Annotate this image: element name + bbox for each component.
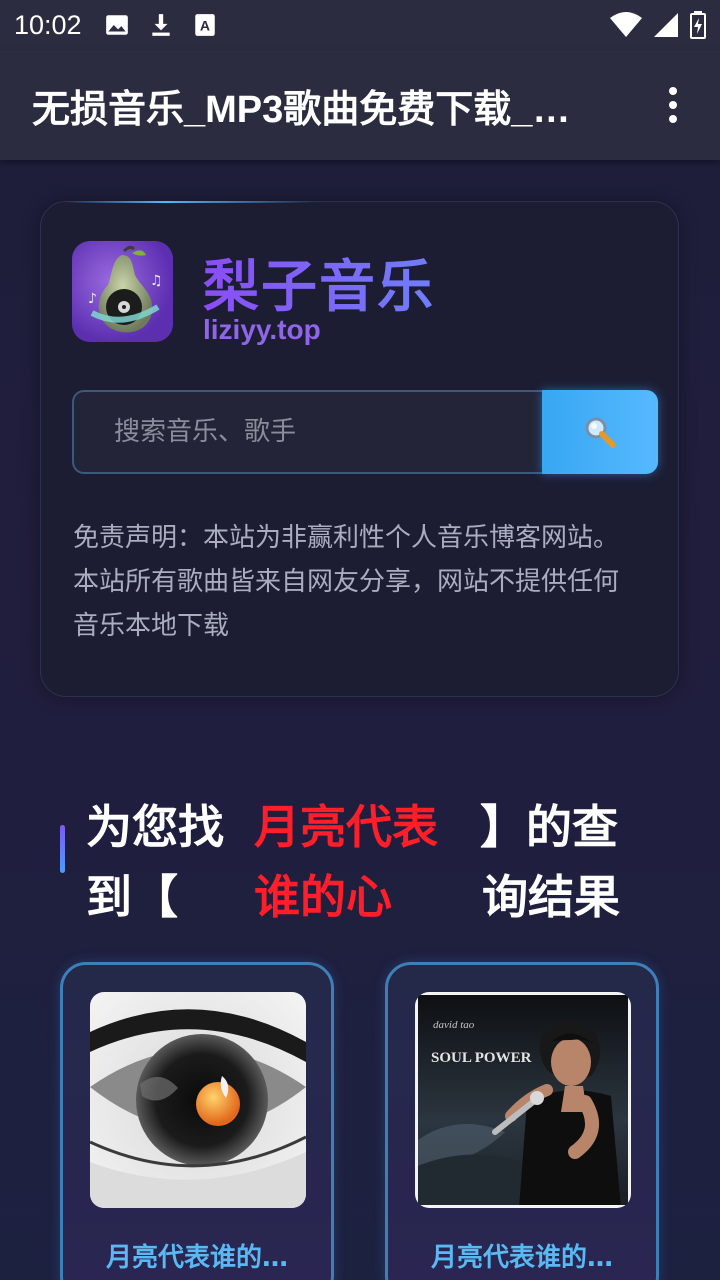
status-right xyxy=(610,11,706,39)
search-keyword-part1: 月亮代表 xyxy=(254,800,438,854)
menu-dot-icon xyxy=(669,115,677,123)
album-artist-text: david tao xyxy=(433,1019,475,1031)
brand-domain[interactable]: liziyy.top xyxy=(203,314,321,346)
header-card: ♪ ♫ 梨子音乐 liziyy.top 免责声明：本站为非赢利性个人音乐博客网站… xyxy=(40,201,679,697)
svg-text:♪: ♪ xyxy=(88,291,97,307)
heading-line1-suffix: 】的查 xyxy=(480,800,618,854)
album-cover-singer[interactable]: david tao SOUL POWER xyxy=(415,992,631,1208)
font-icon: A xyxy=(194,14,215,36)
heading-line2-prefix: 到【 xyxy=(86,870,178,924)
song-card[interactable]: 月亮代表谁的… xyxy=(60,962,334,1280)
song-title[interactable]: 月亮代表谁的… xyxy=(388,1237,656,1274)
card-highlight-line xyxy=(65,201,315,203)
battery-icon xyxy=(690,11,706,39)
status-time: 10:02 xyxy=(14,9,82,40)
svg-text:♫: ♫ xyxy=(150,273,163,289)
search-button[interactable] xyxy=(542,390,658,474)
brand-name: 梨子音乐 xyxy=(203,242,435,323)
song-title[interactable]: 月亮代表谁的… xyxy=(63,1237,331,1274)
wifi-icon xyxy=(610,12,642,37)
app-bar: 无损音乐_MP3歌曲免费下载_… xyxy=(0,50,720,160)
svg-text:A: A xyxy=(199,17,209,33)
download-icon xyxy=(151,14,170,36)
search-input[interactable] xyxy=(72,390,544,474)
page-title: 无损音乐_MP3歌曲免费下载_… xyxy=(32,88,571,131)
heading-line1-prefix: 为您找 xyxy=(86,800,224,854)
song-card[interactable]: david tao SOUL POWER 月亮代表谁的… xyxy=(385,962,659,1280)
overflow-menu-button[interactable] xyxy=(658,80,688,130)
result-heading: 为您找 月亮代表 】的查 到【 谁的心 询结果 xyxy=(60,785,660,925)
heading-accent-bar xyxy=(60,825,65,873)
image-icon xyxy=(105,15,128,35)
menu-dot-icon xyxy=(669,87,677,95)
search-icon xyxy=(585,417,616,448)
search-keyword-part2: 谁的心 xyxy=(254,870,392,924)
heading-line2-suffix: 询结果 xyxy=(482,870,620,924)
signal-icon xyxy=(654,13,678,37)
pear-logo-icon[interactable]: ♪ ♫ xyxy=(72,241,173,342)
status-bar: 10:02 A xyxy=(0,0,720,50)
disclaimer-text: 免责声明：本站为非赢利性个人音乐博客网站。本站所有歌曲皆来自网友分享，网站不提供… xyxy=(73,523,620,641)
menu-dot-icon xyxy=(669,101,677,109)
album-cover-eye[interactable] xyxy=(90,992,306,1208)
search-bar xyxy=(72,390,658,476)
album-title-text: SOUL POWER xyxy=(431,1050,532,1066)
